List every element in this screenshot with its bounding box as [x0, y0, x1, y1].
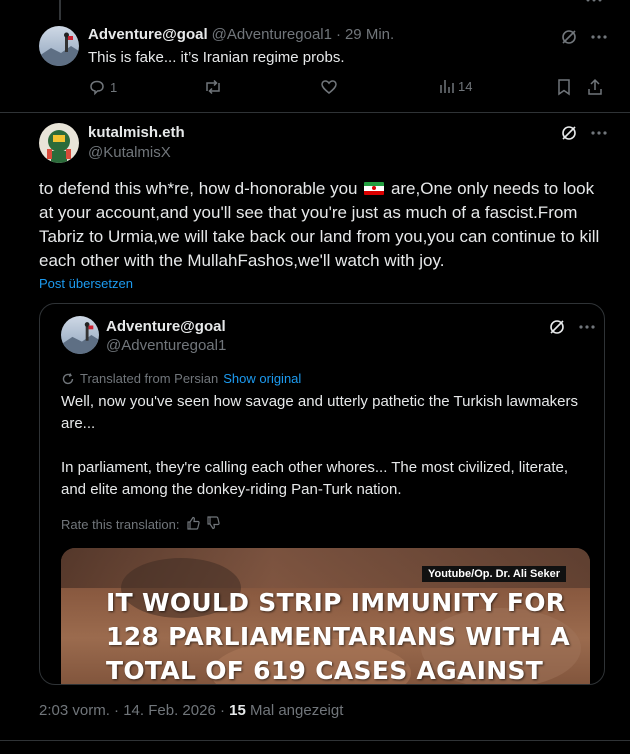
quoted-paragraph-2: In parliament, they're calling each othe…	[61, 459, 568, 498]
video-source-label: Youtube/Op. Dr. Ali Seker	[421, 566, 566, 582]
translation-notice: Translated from Persian Show original	[61, 371, 301, 386]
quoted-author-handle[interactable]: @Adventuregoal1	[106, 337, 226, 354]
thumbs-up-icon[interactable]	[186, 516, 200, 533]
like-button[interactable]	[320, 78, 338, 96]
avatar[interactable]	[39, 26, 79, 66]
views-count: 14	[458, 78, 473, 94]
grok-icon[interactable]	[548, 318, 566, 341]
post-time[interactable]: 29 Min.	[345, 26, 394, 43]
author-handle[interactable]: @Adventuregoal1	[212, 26, 332, 43]
post-time[interactable]: 2:03 vorm.	[39, 702, 110, 719]
analytics-icon	[440, 80, 454, 93]
quoted-post-text: Well, now you've seen how savage and utt…	[61, 391, 581, 501]
reply-icon	[90, 80, 104, 96]
translate-post-link[interactable]: Post übersetzen	[39, 276, 133, 291]
bookmark-icon	[558, 79, 570, 96]
views-button[interactable]: 14	[438, 78, 472, 94]
reply-count: 1	[110, 79, 118, 95]
iran-flag-emoji	[364, 182, 385, 195]
post-text: This is fake... it’s Iranian regime prob…	[88, 49, 345, 66]
rate-translation: Rate this translation:	[61, 516, 220, 533]
author-name[interactable]: kutalmish.eth	[88, 124, 185, 141]
quoted-paragraph-1: Well, now you've seen how savage and utt…	[61, 393, 579, 432]
more-options-icon[interactable]	[578, 318, 596, 341]
video-caption: IT WOULD STRIP IMMUNITY FOR 128 PARLIAME…	[106, 588, 570, 685]
top-action-remnants	[586, 0, 602, 2]
author-name[interactable]: Adventure@goal	[88, 26, 208, 43]
translate-icon	[62, 372, 74, 384]
separator-dot: ·	[335, 26, 341, 43]
translated-from-label: Translated from Persian	[80, 371, 219, 386]
video-thumbnail[interactable]: Youtube/Op. Dr. Ali Seker IT WOULD STRIP…	[61, 548, 590, 685]
more-options-icon[interactable]	[590, 124, 608, 147]
author-handle[interactable]: @KutalmisX	[88, 144, 171, 161]
share-icon	[588, 78, 602, 95]
quoted-author-name[interactable]: Adventure@goal	[106, 318, 226, 335]
thumbs-down-icon[interactable]	[206, 516, 220, 533]
avatar[interactable]	[39, 123, 79, 163]
avatar[interactable]	[61, 316, 99, 354]
views-count: 15	[229, 702, 246, 719]
repost-icon	[206, 79, 220, 95]
show-original-link[interactable]: Show original	[223, 371, 301, 386]
reply-tweet[interactable]: Adventure@goal @Adventuregoal1 · 29 Min.…	[0, 20, 630, 112]
post-text: to defend this wh*re, how d-honorable yo…	[39, 177, 609, 273]
grok-icon[interactable]	[560, 28, 578, 51]
quoted-post[interactable]: Adventure@goal @Adventuregoal1 Translate…	[39, 303, 605, 685]
separator-dot: ·	[215, 702, 230, 719]
divider	[0, 740, 630, 741]
more-options-icon[interactable]	[590, 28, 608, 51]
views-label: Mal angezeigt	[245, 702, 344, 719]
action-bar: 1 14	[88, 78, 608, 102]
grok-icon[interactable]	[560, 124, 578, 147]
separator-dot: ·	[109, 702, 124, 719]
post-date[interactable]: 14. Feb. 2026	[123, 702, 216, 719]
repost-button[interactable]	[203, 78, 223, 96]
heart-icon	[321, 80, 337, 94]
rate-translation-label: Rate this translation:	[61, 517, 180, 532]
post-metadata: 2:03 vorm. · 14. Feb. 2026 · 15 Mal ange…	[39, 702, 343, 719]
reply-button[interactable]: 1	[88, 78, 117, 96]
divider	[0, 112, 630, 113]
post-text-part-1: to defend this wh*re, how d-honorable yo…	[39, 179, 358, 198]
bookmark-button[interactable]	[556, 78, 572, 96]
share-button[interactable]	[586, 78, 604, 96]
